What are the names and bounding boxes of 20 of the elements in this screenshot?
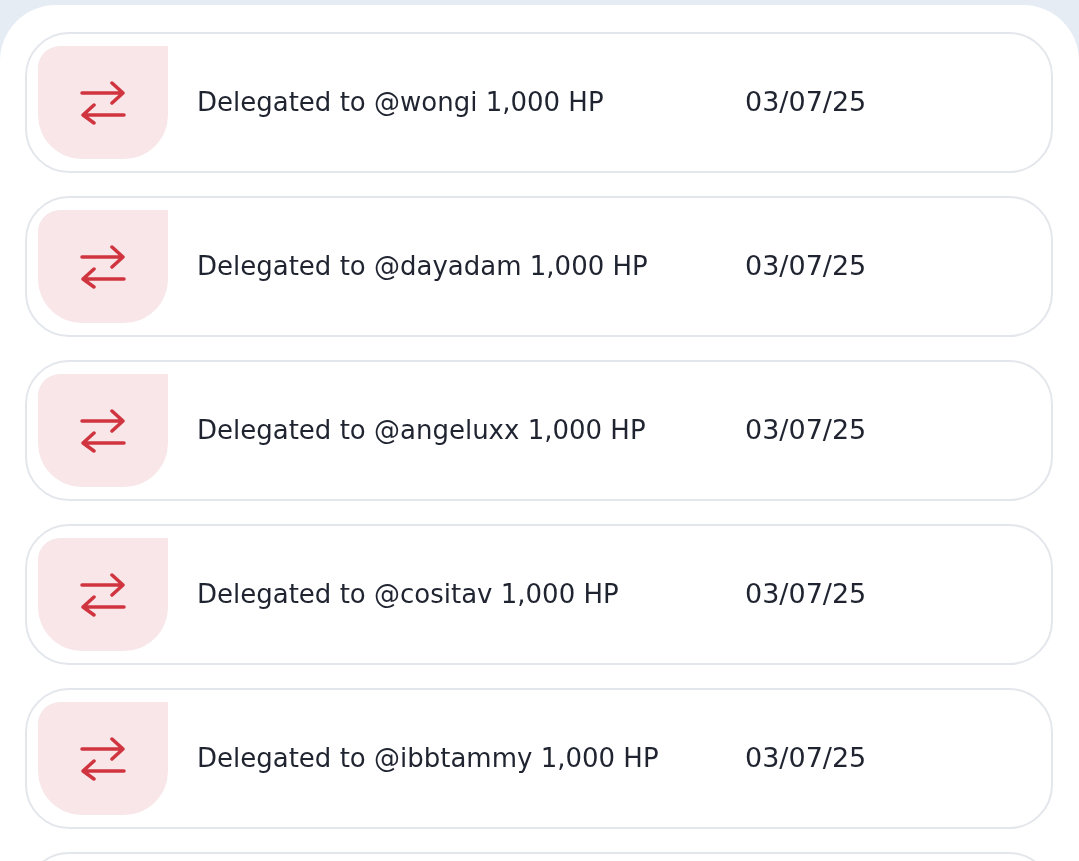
transaction-date: 03/07/25 <box>745 413 867 448</box>
transaction-card[interactable]: Delegated to @dayadam 1,000 HP 03/07/25 <box>25 196 1053 337</box>
transfer-arrows-icon <box>80 80 126 125</box>
transfer-arrows-icon <box>80 408 126 453</box>
transfer-arrows-icon <box>80 572 126 617</box>
transaction-card[interactable]: Delegated to @wongi 1,000 HP 03/07/25 <box>25 32 1053 173</box>
transaction-card[interactable]: Delegated to @angeluxx 1,000 HP 03/07/25 <box>25 360 1053 501</box>
transaction-date: 03/07/25 <box>745 85 867 120</box>
transfer-arrows-icon <box>80 736 126 781</box>
transaction-description: Delegated to @wongi 1,000 HP <box>197 86 605 120</box>
transfer-arrows-icon <box>80 244 126 289</box>
transaction-description: Delegated to @angeluxx 1,000 HP <box>197 414 647 448</box>
transaction-card[interactable]: Delegated to @ibbtammy 1,000 HP 03/07/25 <box>25 688 1053 829</box>
transaction-description: Delegated to @cositav 1,000 HP <box>197 578 620 612</box>
transaction-date: 03/07/25 <box>745 741 867 776</box>
transaction-description: Delegated to @dayadam 1,000 HP <box>197 250 649 284</box>
transaction-description: Delegated to @ibbtammy 1,000 HP <box>197 742 660 776</box>
transaction-card[interactable]: Delegated to @cositav 1,000 HP 03/07/25 <box>25 524 1053 665</box>
transaction-date: 03/07/25 <box>745 249 867 284</box>
transaction-date: 03/07/25 <box>745 577 867 612</box>
